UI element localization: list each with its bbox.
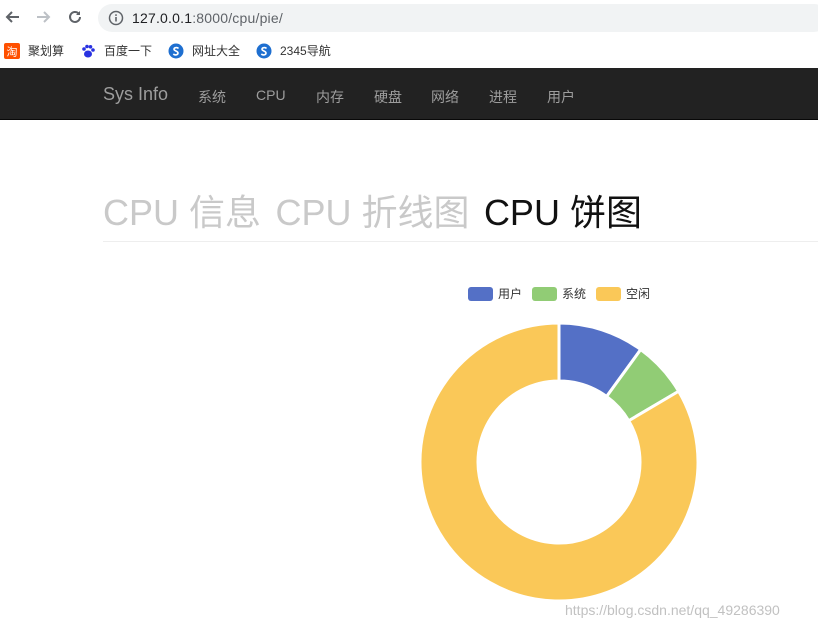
bookmark-item[interactable]: 网址大全 [168,42,240,59]
legend-item-system[interactable]: 系统 [532,285,586,302]
legend-label: 系统 [562,287,587,301]
svg-text:淘: 淘 [7,45,18,58]
nav-item-memory[interactable]: 内存 [316,87,344,107]
browser-toolbar: 127.0.0.1:8000/cpu/pie/ [0,0,818,36]
bookmark-label: 2345导航 [280,44,331,58]
tab-cpu-pie-chart[interactable]: CPU 饼图 [484,192,642,233]
baidu-paw-icon [80,43,96,59]
reload-button[interactable] [64,6,86,28]
arrow-left-icon [5,11,19,23]
nav-item-users[interactable]: 用户 [547,87,575,107]
bookmarks-bar: 淘 聚划算 百度一下 网址大全 2345导航 [0,36,818,66]
legend-swatch [532,286,557,301]
back-button[interactable] [2,6,24,28]
address-bar[interactable]: 127.0.0.1:8000/cpu/pie/ [98,4,818,32]
tab-cpu-info[interactable]: CPU 信息 [103,192,261,233]
nav-item-process[interactable]: 进程 [489,87,517,107]
tab-cpu-line-chart[interactable]: CPU 折线图 [275,192,469,233]
nav-item-disk[interactable]: 硬盘 [374,87,402,107]
url-text[interactable]: 127.0.0.1:8000/cpu/pie/ [132,10,283,26]
bookmark-item[interactable]: 百度一下 [80,42,152,59]
sogou-icon [256,43,272,59]
taobao-icon: 淘 [4,42,20,59]
bookmark-label: 聚划算 [28,44,65,58]
legend-label: 空闲 [626,287,651,301]
sogou-icon [168,43,184,59]
watermark: https://blog.csdn.net/qq_49286390 [565,602,780,618]
cpu-pie-chart [418,321,700,603]
bookmark-label: 网址大全 [192,44,241,58]
bookmark-item[interactable]: 2345导航 [256,42,331,59]
chart-legend: 用户 系统 空闲 [0,285,818,301]
legend-swatch [468,286,493,301]
nav-item-network[interactable]: 网络 [431,87,459,107]
url-path: :8000/cpu/pie/ [192,10,283,26]
nav-item-system[interactable]: 系统 [198,87,226,107]
reload-icon [69,10,81,23]
legend-label: 用户 [498,287,523,301]
legend-item-user[interactable]: 用户 [468,285,522,302]
legend-swatch [596,286,621,301]
bookmark-label: 百度一下 [104,44,153,58]
info-icon[interactable] [108,10,124,31]
nav-item-cpu[interactable]: CPU [256,87,286,103]
url-host: 127.0.0.1 [132,10,193,26]
legend-item-idle[interactable]: 空闲 [596,285,650,302]
navbar-brand[interactable]: Sys Info [103,84,168,105]
navbar: Sys Info 系统 CPU 内存 硬盘 网络 进程 用户 [0,68,818,120]
forward-button[interactable] [32,6,54,28]
arrow-right-icon [37,11,51,23]
bookmark-item[interactable]: 淘 聚划算 [4,42,64,59]
page-header: CPU 信息 CPU 折线图 CPU 饼图 [103,184,818,242]
